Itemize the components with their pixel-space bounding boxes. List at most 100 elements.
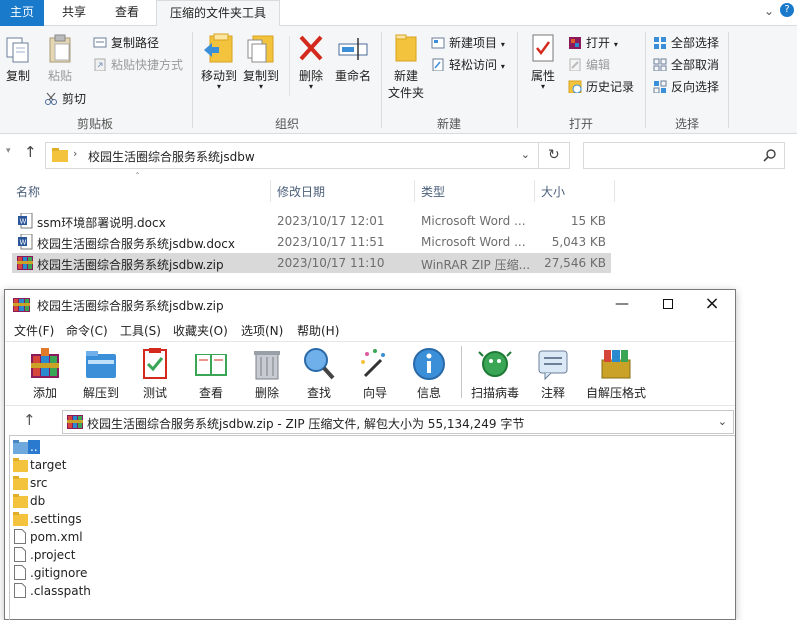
invert-selection-icon — [653, 80, 667, 93]
copy-path-button[interactable]: 复制路径 — [93, 34, 159, 51]
search-input[interactable] — [583, 142, 785, 169]
edit-button[interactable]: 编辑 — [568, 56, 610, 73]
rename-button[interactable]: 重命名 — [332, 32, 374, 84]
list-item-name: .. — [28, 440, 40, 454]
dropdown-arrow-icon: ▾ — [540, 82, 545, 91]
tab-home[interactable]: 主页 — [0, 0, 44, 26]
find-button[interactable]: 查找 — [301, 346, 337, 401]
winrar-app-icon — [13, 298, 30, 312]
column-name[interactable]: 名称 — [16, 183, 40, 200]
winrar-title-bar[interactable]: 校园生活圈综合服务系统jsdbw.zip — × — [5, 290, 735, 320]
dropdown-arrow-icon: ▾ — [500, 40, 505, 49]
copy-button[interactable]: 复制 — [4, 34, 32, 84]
expand-ribbon-icon[interactable]: ⌄ — [764, 4, 774, 18]
column-size[interactable]: 大小 — [541, 183, 565, 200]
column-divider[interactable] — [534, 180, 535, 202]
column-date[interactable]: 修改日期 — [277, 183, 325, 200]
column-divider[interactable] — [270, 180, 271, 202]
tab-compressed-folder-tools[interactable]: 压缩的文件夹工具 — [156, 0, 280, 27]
tab-share[interactable]: 共享 — [50, 0, 98, 26]
info-button[interactable]: 信息 — [411, 346, 447, 401]
paste-shortcut-label: 粘贴快捷方式 — [111, 58, 184, 72]
tab-view[interactable]: 查看 — [103, 0, 151, 26]
file-icon — [14, 583, 26, 598]
paste-button[interactable]: 粘贴 — [44, 34, 76, 84]
extract-to-button[interactable]: 解压到 — [79, 346, 123, 401]
winrar-window-title: 校园生活圈综合服务系统jsdbw.zip — [37, 299, 224, 313]
column-divider[interactable] — [614, 180, 615, 202]
list-item-name: .gitignore — [30, 566, 88, 580]
menu-tools[interactable]: 工具(S) — [120, 322, 161, 339]
delete-button[interactable]: 删除 ▾ — [294, 32, 328, 91]
column-type[interactable]: 类型 — [421, 183, 445, 200]
info-icon — [413, 348, 445, 380]
menu-options[interactable]: 选项(N) — [241, 322, 283, 339]
address-bar[interactable]: › 校园生活圈综合服务系统jsdbw ⌄ — [45, 142, 539, 169]
dropdown-arrow-icon: ▾ — [613, 40, 618, 49]
scan-virus-button[interactable]: 扫描病毒 — [469, 346, 521, 401]
new-folder-button[interactable]: 新建 文件夹 — [386, 32, 426, 101]
properties-button[interactable]: 属性 ▾ — [524, 32, 562, 91]
up-arrow-icon[interactable]: ↑ — [24, 143, 37, 161]
open-label: 打开 — [586, 36, 611, 50]
open-button[interactable]: 打开 ▾ — [568, 34, 618, 51]
delete-archive-button[interactable]: 删除 — [249, 346, 285, 401]
magic-wand-icon — [361, 349, 385, 378]
organize-group-label: 组织 — [274, 117, 299, 131]
refresh-button[interactable]: ↻ — [539, 142, 570, 169]
add-archive-icon — [31, 348, 59, 378]
wizard-button[interactable]: 向导 — [357, 346, 393, 401]
paste-shortcut-button[interactable]: 粘贴快捷方式 — [93, 56, 183, 73]
cut-label: 剪切 — [62, 92, 87, 106]
add-button[interactable]: 添加 — [25, 346, 65, 401]
select-none-button[interactable]: 全部取消 — [653, 56, 719, 73]
book-icon — [195, 354, 227, 376]
word-doc-icon: W — [18, 234, 33, 250]
properties-icon — [532, 34, 554, 62]
chevron-down-icon[interactable]: ⌄ — [521, 148, 530, 161]
invert-selection-button[interactable]: 反向选择 — [653, 78, 719, 95]
test-button[interactable]: 测试 — [137, 346, 173, 401]
copy-to-button[interactable]: 复制到 ▾ — [240, 32, 282, 91]
menu-favorites[interactable]: 收藏夹(O) — [173, 322, 228, 339]
column-divider[interactable] — [414, 180, 415, 202]
comment-button[interactable]: 注释 — [535, 346, 571, 401]
winrar-path-bar: ↑ 校园生活圈综合服务系统jsdbw.zip - ZIP 压缩文件, 解包大小为… — [5, 405, 735, 435]
archive-path-dropdown[interactable]: 校园生活圈综合服务系统jsdbw.zip - ZIP 压缩文件, 解包大小为 5… — [62, 410, 734, 434]
test-label: 测试 — [142, 386, 167, 400]
menu-file[interactable]: 文件(F) — [14, 322, 54, 339]
file-date: 2023/10/17 11:51 — [277, 235, 385, 249]
select-all-button[interactable]: 全部选择 — [653, 34, 719, 51]
recent-locations-icon[interactable]: ▾ — [6, 146, 11, 156]
view-button[interactable]: 查看 — [189, 346, 233, 401]
easy-access-button[interactable]: 轻松访问 ▾ — [431, 56, 505, 73]
new-item-button[interactable]: 新建项目 ▾ — [431, 34, 505, 51]
file-row-selected[interactable]: 校园生活圈综合服务系统jsdbw.zip 2023/10/17 11:10 Wi… — [12, 253, 611, 273]
cut-button[interactable]: 剪切 — [44, 90, 86, 107]
help-icon[interactable]: ? — [780, 3, 794, 17]
up-folder-icon[interactable]: ↑ — [23, 411, 36, 429]
delete-x-icon — [299, 35, 323, 61]
edit-icon — [569, 58, 581, 71]
copy-to-icon — [247, 35, 274, 63]
file-size: 5,043 KB — [551, 235, 606, 249]
close-button[interactable]: × — [689, 290, 735, 320]
info-label: 信息 — [416, 386, 441, 400]
move-to-button[interactable]: 移动到 ▾ — [198, 32, 240, 91]
archive-path-text: 校园生活圈综合服务系统jsdbw.zip - ZIP 压缩文件, 解包大小为 5… — [87, 417, 525, 431]
clipboard-group-label: 剪贴板 — [76, 117, 113, 131]
folder-icon — [13, 458, 28, 472]
menu-help[interactable]: 帮助(H) — [297, 322, 339, 339]
group-divider — [645, 32, 646, 128]
new-folder-label-line2: 文件夹 — [387, 86, 424, 100]
maximize-button[interactable] — [645, 290, 691, 320]
paste-label: 粘贴 — [47, 69, 72, 83]
file-row[interactable]: W 校园生活圈综合服务系统jsdbw.docx 2023/10/17 11:51… — [12, 232, 611, 252]
file-row[interactable]: W ssm环境部署说明.docx 2023/10/17 12:01 Micros… — [12, 211, 611, 231]
menu-commands[interactable]: 命令(C) — [66, 322, 108, 339]
copy-label: 复制 — [5, 69, 30, 83]
history-button[interactable]: 历史记录 — [568, 78, 634, 95]
minimize-button[interactable]: — — [599, 290, 645, 320]
winrar-archive-icon — [67, 415, 83, 429]
sfx-button[interactable]: 自解压格式 — [583, 346, 649, 401]
